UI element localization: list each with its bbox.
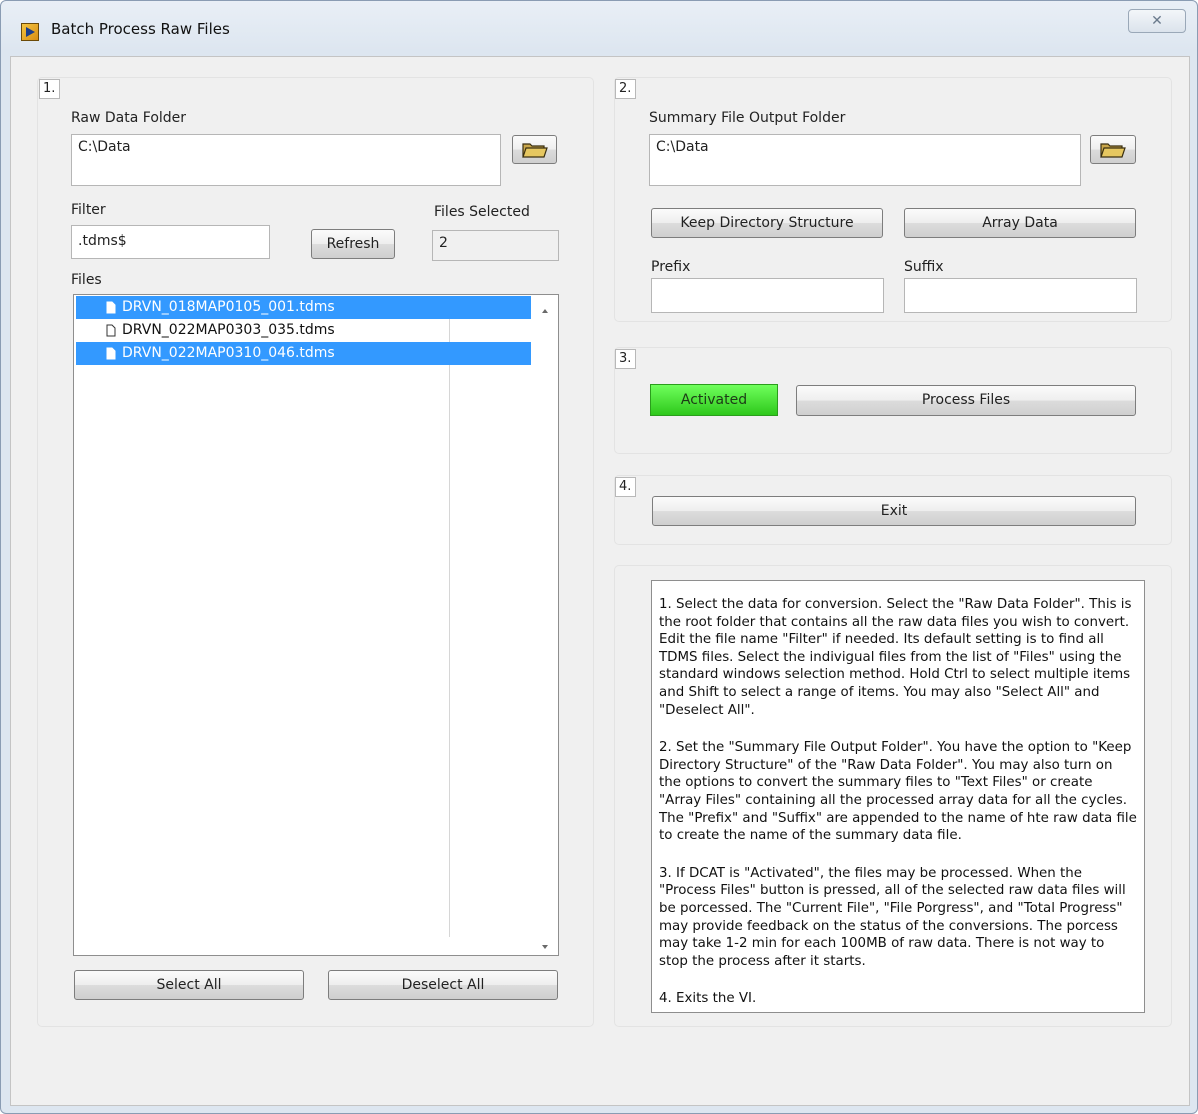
close-icon: ✕ [1151, 13, 1163, 29]
list-column-separator [449, 297, 450, 937]
title-bar[interactable]: Batch Process Raw Files ✕ [1, 1, 1197, 57]
file-list-item[interactable]: DRVN_018MAP0105_001.tdms [76, 296, 531, 319]
scroll-up-arrow[interactable] [542, 309, 548, 313]
section-4-number: 4. [615, 477, 636, 497]
document-icon [106, 347, 116, 359]
help-paragraph-2: 2. Set the "Summary File Output Folder".… [659, 740, 1137, 844]
folder-open-icon [1100, 143, 1126, 158]
refresh-button[interactable]: Refresh [311, 229, 395, 259]
array-data-button[interactable]: Array Data [904, 208, 1136, 238]
raw-data-folder-browse-button[interactable] [512, 135, 557, 164]
raw-data-folder-input[interactable]: C:\Data [71, 134, 501, 186]
close-button[interactable]: ✕ [1128, 9, 1186, 33]
file-name: DRVN_022MAP0303_035.tdms [122, 322, 335, 338]
output-folder-label: Summary File Output Folder [649, 110, 846, 126]
file-name: DRVN_022MAP0310_046.tdms [122, 345, 335, 361]
document-icon [106, 301, 116, 313]
select-all-button[interactable]: Select All [74, 970, 304, 1000]
output-folder-browse-button[interactable] [1090, 135, 1136, 164]
prefix-label: Prefix [651, 259, 691, 275]
window-title: Batch Process Raw Files [51, 20, 230, 38]
help-paragraph-4: 4. Exits the VI. [659, 991, 757, 1007]
section-1-panel: 1. Raw Data Folder C:\Data Filter .tdms$… [37, 77, 594, 1027]
section-2-panel: 2. Summary File Output Folder C:\Data Ke… [614, 77, 1172, 322]
filter-input[interactable]: .tdms$ [71, 225, 270, 259]
scroll-down-arrow[interactable] [542, 945, 548, 949]
files-selected-label: Files Selected [434, 204, 530, 220]
document-icon [106, 324, 116, 336]
section-4-panel: 4. Exit [614, 475, 1172, 545]
help-text-box: 1. Select the data for conversion. Selec… [651, 580, 1145, 1013]
client-area: 1. Raw Data Folder C:\Data Filter .tdms$… [10, 56, 1190, 1106]
keep-directory-structure-button[interactable]: Keep Directory Structure [651, 208, 883, 238]
help-paragraph-3: 3. If DCAT is "Activated", the files may… [659, 865, 1126, 969]
app-window: Batch Process Raw Files ✕ 1. Raw Data Fo… [0, 0, 1198, 1114]
output-folder-input[interactable]: C:\Data [649, 134, 1081, 186]
suffix-label: Suffix [904, 259, 944, 275]
file-list-item[interactable]: DRVN_022MAP0303_035.tdms [76, 319, 531, 342]
section-3-panel: 3. Activated Process Files [614, 347, 1172, 454]
file-name: DRVN_018MAP0105_001.tdms [122, 299, 335, 315]
filter-label: Filter [71, 202, 106, 218]
raw-data-folder-label: Raw Data Folder [71, 110, 187, 126]
folder-open-icon [521, 143, 548, 158]
files-selected-value: 2 [432, 230, 559, 261]
help-paragraph-1: 1. Select the data for conversion. Selec… [659, 597, 1132, 718]
section-1-number: 1. [39, 79, 60, 99]
files-label: Files [71, 272, 102, 288]
activated-indicator: Activated [650, 384, 778, 416]
exit-button[interactable]: Exit [652, 496, 1136, 526]
section-2-number: 2. [615, 79, 636, 99]
prefix-input[interactable] [651, 278, 884, 313]
files-listbox[interactable]: DRVN_018MAP0105_001.tdms DRVN_022MAP0303… [73, 294, 559, 956]
section-3-number: 3. [615, 349, 636, 369]
deselect-all-button[interactable]: Deselect All [328, 970, 558, 1000]
help-panel: 1. Select the data for conversion. Selec… [614, 565, 1172, 1027]
file-list-item[interactable]: DRVN_022MAP0310_046.tdms [76, 342, 531, 365]
labview-vi-icon [21, 23, 39, 41]
process-files-button[interactable]: Process Files [796, 385, 1136, 416]
suffix-input[interactable] [904, 278, 1137, 313]
